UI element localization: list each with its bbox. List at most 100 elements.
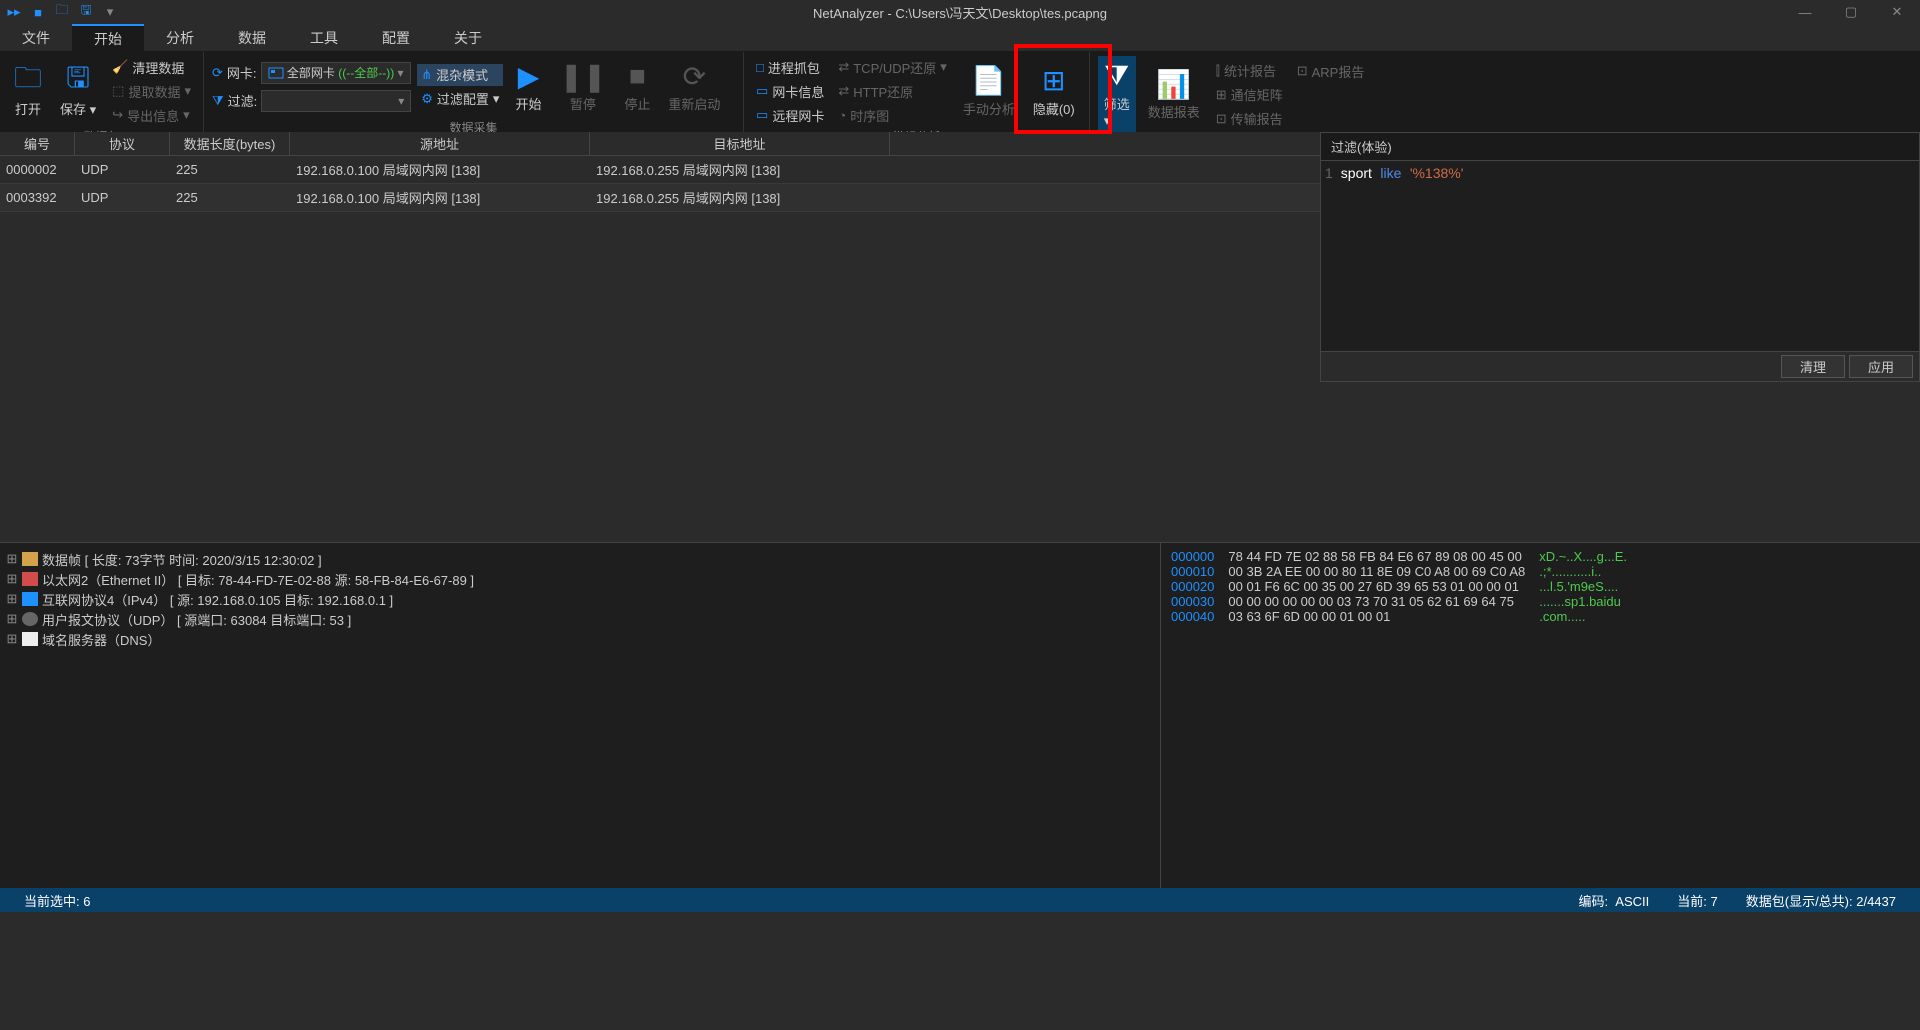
http-restore-button[interactable]: ⇄HTTP还原 <box>834 80 951 102</box>
extract-icon: ⬚ <box>112 83 124 99</box>
netcard-combo[interactable]: 全部网卡 ((--全部--))▾ <box>261 62 411 84</box>
qat-dropdown-icon[interactable]: ▾ <box>102 4 118 20</box>
filter-label: 过滤: <box>228 91 258 110</box>
report-icon: ⊡ <box>1216 111 1227 127</box>
filter-editor[interactable]: 1sport like '%138%' <box>1321 161 1919 351</box>
arp-report-button[interactable]: ⊡ARP报告 <box>1293 60 1369 82</box>
th-dst[interactable]: 目标地址 <box>590 132 890 155</box>
promiscuous-toggle[interactable]: ⋔混杂模式 <box>417 64 503 86</box>
expand-icon[interactable]: ⊞ <box>6 631 18 647</box>
save-label: 保存 ▾ <box>60 99 96 118</box>
hide-label: 隐藏(0) <box>1033 99 1075 118</box>
status-packets: 数据包(显示/总共): 2/4437 <box>1732 891 1910 910</box>
menu-file[interactable]: 文件 <box>0 24 72 51</box>
hex-bytes: 78 44 FD 7E 02 88 58 FB 84 E6 67 89 08 0… <box>1228 549 1525 882</box>
trans-report-button[interactable]: ⊡传输报告 <box>1212 108 1287 130</box>
stop-label: 停止 <box>624 94 650 113</box>
status-selected: 当前选中: 6 <box>10 891 104 910</box>
menu-about[interactable]: 关于 <box>432 24 504 51</box>
tree-node-udp[interactable]: ⊞用户报文协议（UDP） [ 源端口: 63084 目标端口: 53 ] <box>6 609 1154 629</box>
tree-node-frame[interactable]: ⊞数据帧 [ 长度: 73字节 时间: 2020/3/15 12:30:02 ] <box>6 549 1154 569</box>
dns-icon <box>22 632 38 646</box>
menu-data[interactable]: 数据 <box>216 24 288 51</box>
th-proto[interactable]: 协议 <box>75 132 170 155</box>
data-report-label: 数据报表 <box>1148 102 1200 121</box>
ribbon-group-reports: ⧩筛选▾ 📊数据报表 ⫿统计报告 ⊞通信矩阵 ⊡传输报告 ⊡ARP报告 <box>1090 52 1377 132</box>
ribbon: 🗀打开 🖫保存 ▾ 🧹清理数据 ⬚提取数据 ▾ ↪导出信息 ▾ 数据包 ⟳ 网卡… <box>0 52 1920 132</box>
netcard-icon: ⟳ <box>212 65 223 81</box>
gear-icon: ⚙ <box>421 91 433 107</box>
qat-stop-icon[interactable]: ■ <box>30 4 46 20</box>
expand-icon[interactable]: ⊞ <box>6 571 18 587</box>
broom-icon: 🧹 <box>112 59 128 75</box>
qat-open-icon[interactable]: 🗀 <box>54 4 70 20</box>
menu-analyze[interactable]: 分析 <box>144 24 216 51</box>
pause-capture-button[interactable]: ❚❚暂停 <box>553 56 612 117</box>
stat-report-button[interactable]: ⫿统计报告 <box>1212 60 1287 82</box>
export-info-button[interactable]: ↪导出信息 ▾ <box>108 104 195 126</box>
hex-view[interactable]: 000000000010000020000030000040 78 44 FD … <box>1160 543 1920 888</box>
tree-node-ipv4[interactable]: ⊞互联网协议4（IPv4） [ 源: 192.168.0.105 目标: 192… <box>6 589 1154 609</box>
qat-play-icon[interactable]: ▸▸ <box>6 4 22 20</box>
manual-label: 手动分析 <box>963 99 1015 118</box>
data-report-button[interactable]: 📊数据报表 <box>1142 64 1206 125</box>
save-button[interactable]: 🖫保存 ▾ <box>54 61 102 122</box>
th-id[interactable]: 编号 <box>0 132 75 155</box>
titlebar: ▸▸ ■ 🗀 🖫 ▾ NetAnalyzer - C:\Users\冯天文\De… <box>0 0 1920 24</box>
hide-button[interactable]: ⊞隐藏(0) <box>1027 61 1081 122</box>
stop-capture-button[interactable]: ■停止 <box>618 56 656 117</box>
hex-offsets: 000000000010000020000030000040 <box>1171 549 1214 882</box>
qat-save-icon[interactable]: 🖫 <box>78 4 94 20</box>
remote-nic-button[interactable]: ▭远程网卡 <box>752 104 828 126</box>
extract-data-button[interactable]: ⬚提取数据 ▾ <box>108 80 195 102</box>
clean-data-button[interactable]: 🧹清理数据 <box>108 56 195 78</box>
pause-label: 暂停 <box>570 94 596 113</box>
expand-icon[interactable]: ⊞ <box>6 591 18 607</box>
status-encoding[interactable]: 编码: ASCII <box>1564 891 1663 910</box>
open-button[interactable]: 🗀打开 <box>8 61 48 122</box>
filter-panel-buttons: 清理 应用 <box>1321 351 1919 381</box>
tcp-restore-button[interactable]: ⇄TCP/UDP还原 ▾ <box>834 56 951 78</box>
comm-matrix-button[interactable]: ⊞通信矩阵 <box>1212 84 1287 106</box>
hex-ascii: xD.~..X....g...E..;*...........i.....l.5… <box>1539 549 1627 882</box>
filter-clear-button[interactable]: 清理 <box>1781 355 1845 378</box>
close-button[interactable]: ✕ <box>1874 0 1920 24</box>
netcard-info-button[interactable]: ▭网卡信息 <box>752 80 828 102</box>
process-icon: □ <box>756 60 764 75</box>
arp-icon: ⊡ <box>1297 63 1308 79</box>
restart-label: 重新启动 <box>668 94 720 113</box>
expand-icon[interactable]: ⊞ <box>6 551 18 567</box>
open-label: 打开 <box>15 99 41 118</box>
frame-icon <box>22 552 38 566</box>
detail-area: ⊞数据帧 [ 长度: 73字节 时间: 2020/3/15 12:30:02 ]… <box>0 542 1920 888</box>
matrix-icon: ⊞ <box>1216 87 1227 103</box>
menu-tool[interactable]: 工具 <box>288 24 360 51</box>
process-capture-button[interactable]: □进程抓包 <box>752 56 828 78</box>
filter-panel-tab[interactable]: 过滤(体验) <box>1321 133 1919 161</box>
chart-icon: ⫿ <box>1216 63 1220 79</box>
tree-node-dns[interactable]: ⊞域名服务器（DNS） <box>6 629 1154 649</box>
statusbar: 当前选中: 6 编码: ASCII 当前: 7 数据包(显示/总共): 2/44… <box>0 888 1920 912</box>
filter-panel: 过滤(体验) 1sport like '%138%' 清理 应用 <box>1320 132 1920 382</box>
filter-icon: ⧩ <box>212 93 224 109</box>
restart-capture-button[interactable]: ⟳重新启动 <box>662 56 726 117</box>
maximize-button[interactable]: ▢ <box>1828 0 1874 24</box>
ipv4-icon <box>22 592 38 606</box>
th-src[interactable]: 源地址 <box>290 132 590 155</box>
manual-analysis-button[interactable]: 📄手动分析 <box>957 61 1021 122</box>
filter-combo[interactable]: ▾ <box>261 90 411 112</box>
protocol-tree[interactable]: ⊞数据帧 [ 长度: 73字节 时间: 2020/3/15 12:30:02 ]… <box>0 543 1160 888</box>
tree-node-ethernet[interactable]: ⊞以太网2（Ethernet II） [ 目标: 78-44-FD-7E-02-… <box>6 569 1154 589</box>
filter-button[interactable]: ⧩筛选▾ <box>1098 56 1136 133</box>
start-capture-button[interactable]: ▶开始 <box>509 56 547 117</box>
timeline-button[interactable]: ◔时序图 <box>834 104 951 126</box>
th-len[interactable]: 数据长度(bytes) <box>170 132 290 155</box>
menu-config[interactable]: 配置 <box>360 24 432 51</box>
minimize-button[interactable]: — <box>1782 0 1828 24</box>
filter-config-button[interactable]: ⚙过滤配置 ▾ <box>417 88 503 110</box>
http-icon: ⇄ <box>838 83 849 99</box>
expand-icon[interactable]: ⊞ <box>6 611 18 627</box>
menu-start[interactable]: 开始 <box>72 24 144 51</box>
filter-apply-button[interactable]: 应用 <box>1849 355 1913 378</box>
export-icon: ↪ <box>112 107 123 123</box>
